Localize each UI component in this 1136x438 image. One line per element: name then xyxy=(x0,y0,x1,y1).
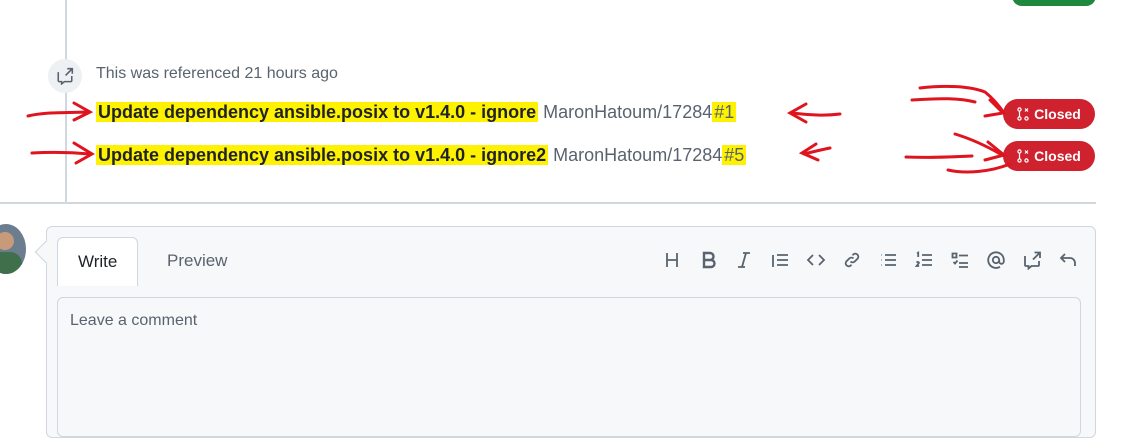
reference-link[interactable]: Update dependency ansible.posix to v1.4.… xyxy=(96,102,539,122)
reference-link[interactable]: Update dependency ansible.posix to v1.4.… xyxy=(96,145,549,165)
tab-preview[interactable]: Preview xyxy=(147,237,247,285)
timeline-line xyxy=(65,0,67,202)
italic-icon[interactable] xyxy=(733,247,755,273)
comment-composer: Write Preview Leave a comment xyxy=(46,226,1096,438)
top-action-button[interactable] xyxy=(1012,0,1096,6)
annotation-arrow-left-2 xyxy=(30,141,95,165)
status-badge: Closed xyxy=(1003,141,1095,171)
annotation-arrow-right-2 xyxy=(798,142,832,162)
reference-repo: MaronHatoum/17284 xyxy=(553,145,723,165)
unordered-list-icon[interactable] xyxy=(877,247,899,273)
annotation-arrow-badge-1 xyxy=(910,84,1007,118)
tab-write[interactable]: Write xyxy=(57,237,139,286)
reference-item: Update dependency ansible.posix to v1.4.… xyxy=(96,145,747,166)
status-text: Closed xyxy=(1034,148,1081,164)
section-divider xyxy=(0,202,1096,204)
task-list-icon[interactable] xyxy=(949,247,971,273)
markdown-toolbar xyxy=(661,247,1079,273)
annotation-arrow-right-1 xyxy=(786,102,842,124)
quote-icon[interactable] xyxy=(769,247,791,273)
bold-icon[interactable] xyxy=(697,247,719,273)
pr-closed-icon xyxy=(1017,149,1029,163)
reference-glyph-icon xyxy=(57,67,74,85)
annotation-arrow-badge-2 xyxy=(904,132,1012,174)
status-text: Closed xyxy=(1034,106,1081,122)
reference-icon[interactable] xyxy=(1021,247,1043,273)
mention-icon[interactable] xyxy=(985,247,1007,273)
link-icon[interactable] xyxy=(841,247,863,273)
reference-number[interactable]: #5 xyxy=(722,145,747,165)
avatar[interactable] xyxy=(0,224,26,274)
heading-icon[interactable] xyxy=(661,247,683,273)
reference-number[interactable]: #1 xyxy=(712,102,737,122)
comment-textarea[interactable]: Leave a comment xyxy=(57,297,1081,437)
annotation-arrows xyxy=(26,84,1012,174)
cross-reference-icon xyxy=(48,59,82,93)
annotation-arrow-left-1 xyxy=(26,101,94,122)
reference-item: Update dependency ansible.posix to v1.4.… xyxy=(96,102,737,123)
code-icon[interactable] xyxy=(805,247,827,273)
reference-repo: MaronHatoum/17284 xyxy=(543,102,713,122)
pr-closed-icon xyxy=(1017,107,1029,121)
ordered-list-icon[interactable] xyxy=(913,247,935,273)
referenced-label: This was referenced 21 hours ago xyxy=(96,65,338,82)
status-badge: Closed xyxy=(1003,99,1095,129)
reply-icon[interactable] xyxy=(1057,247,1079,273)
